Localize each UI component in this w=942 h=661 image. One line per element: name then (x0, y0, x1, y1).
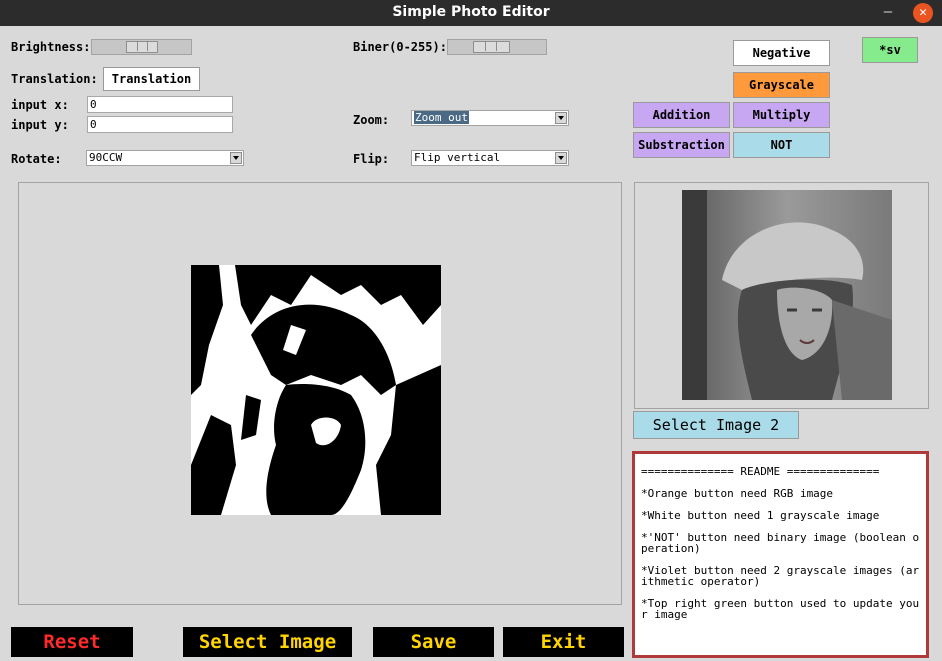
brightness-label: Brightness: (11, 40, 91, 54)
brightness-slider-thumb[interactable] (126, 41, 158, 53)
reset-button[interactable]: Reset (11, 627, 133, 657)
grayscale-image-preview (682, 190, 892, 400)
input-y-field[interactable]: 0 (87, 116, 233, 133)
multiply-button[interactable]: Multiply (733, 102, 830, 128)
input-y-label: input y: (11, 118, 69, 132)
window-title: Simple Photo Editor (392, 4, 550, 20)
readme-line: *Violet button need 2 grayscale images (… (641, 564, 920, 588)
biner-slider-thumb[interactable] (473, 41, 510, 53)
chevron-down-icon[interactable] (230, 152, 242, 164)
brightness-slider[interactable] (91, 39, 192, 55)
readme-line: *White button need 1 grayscale image (641, 509, 880, 522)
zoom-label: Zoom: (353, 113, 390, 127)
exit-button[interactable]: Exit (503, 627, 624, 657)
addition-button[interactable]: Addition (633, 102, 730, 128)
rotate-combobox[interactable]: 90CCW (86, 150, 244, 166)
readme-panel: ============== README ============== *Or… (632, 451, 929, 658)
zoom-value: Zoom out (414, 111, 469, 124)
zoom-combobox[interactable]: Zoom out (411, 110, 569, 126)
readme-line: *Top right green button used to update y… (641, 597, 920, 621)
biner-slider[interactable] (447, 39, 547, 55)
title-bar: Simple Photo Editor (0, 0, 942, 26)
negative-button[interactable]: Negative (733, 40, 830, 66)
select-image-2-button[interactable]: Select Image 2 (633, 411, 799, 439)
biner-label: Biner(0-255): (353, 40, 447, 54)
input-x-field[interactable]: 0 (87, 96, 233, 113)
rotate-label: Rotate: (11, 152, 62, 166)
select-image-button[interactable]: Select Image (183, 627, 352, 657)
minimize-icon[interactable]: – (881, 2, 895, 22)
flip-value: Flip vertical (414, 151, 501, 164)
chevron-down-icon[interactable] (555, 112, 567, 124)
subtraction-button[interactable]: Substraction (633, 132, 730, 158)
flip-combobox[interactable]: Flip vertical (411, 150, 569, 166)
chevron-down-icon[interactable] (555, 152, 567, 164)
not-button[interactable]: NOT (733, 132, 830, 158)
readme-line: *Orange button need RGB image (641, 487, 834, 500)
input-x-label: input x: (11, 98, 69, 112)
rotate-value: 90CCW (89, 151, 123, 164)
translation-button[interactable]: Translation (103, 67, 200, 91)
save-update-button[interactable]: *sv (862, 37, 918, 63)
flip-label: Flip: (353, 152, 390, 166)
grayscale-button[interactable]: Grayscale (733, 72, 830, 98)
readme-line: *'NOT' button need binary image (boolean… (641, 531, 920, 555)
translation-label: Translation: (11, 72, 98, 86)
close-icon[interactable]: ✕ (913, 3, 933, 23)
binary-image-preview (191, 265, 441, 515)
save-button[interactable]: Save (373, 627, 494, 657)
readme-header: ============== README ============== (641, 465, 880, 478)
